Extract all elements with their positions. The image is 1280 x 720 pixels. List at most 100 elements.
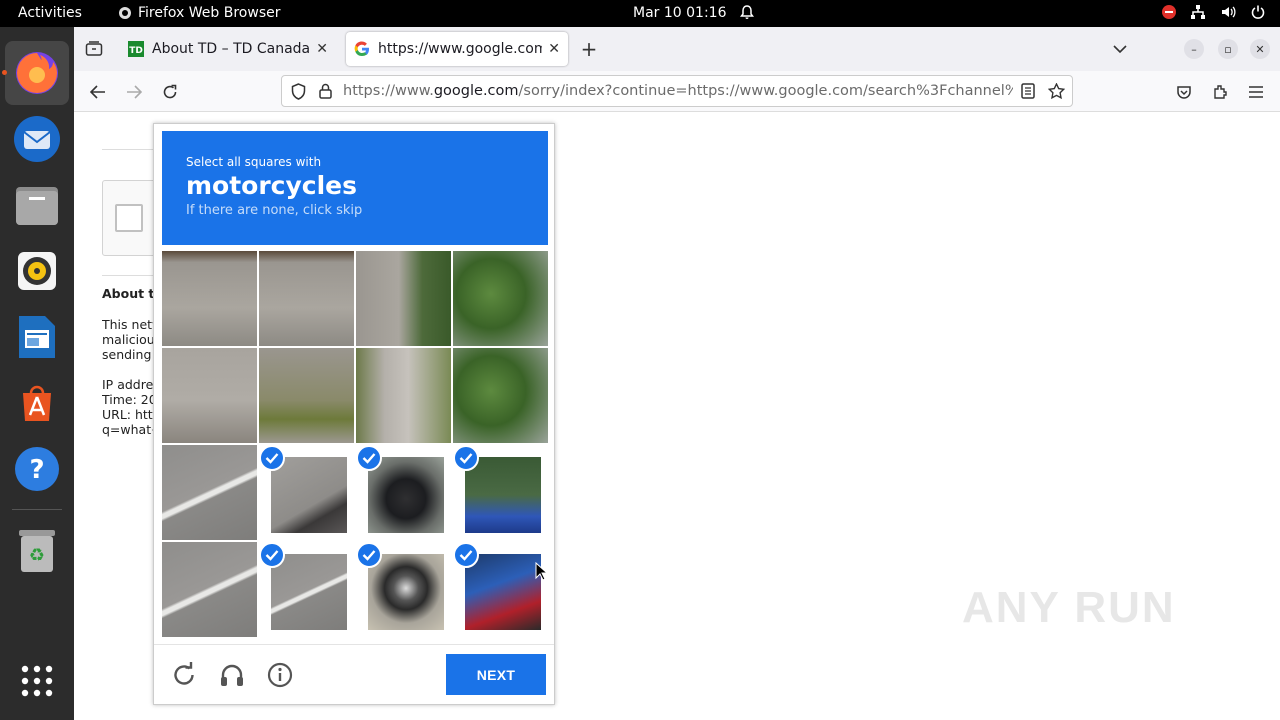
reload-icon[interactable] (159, 81, 181, 103)
dock-show-apps[interactable] (5, 649, 69, 713)
do-not-disturb-icon[interactable] (1162, 5, 1176, 19)
about-heading: About th (102, 286, 154, 301)
captcha-tile[interactable] (259, 251, 354, 346)
close-window-icon[interactable]: ✕ (1250, 39, 1270, 59)
td-favicon-icon: TD (128, 41, 144, 57)
notification-bell-icon[interactable] (739, 4, 755, 24)
tab-google-sorry[interactable]: https://www.google.com/sorry/index?conti… (346, 32, 568, 66)
captcha-tile[interactable] (259, 445, 354, 540)
firefox-view-icon[interactable] (83, 38, 105, 60)
tile-image (465, 554, 541, 630)
captcha-tile[interactable] (453, 542, 548, 637)
footer-divider (154, 644, 554, 645)
next-button[interactable]: NEXT (446, 654, 546, 695)
dock-thunderbird[interactable] (5, 107, 69, 171)
tab-close-icon[interactable]: ✕ (548, 41, 560, 57)
activities-button[interactable]: Activities (18, 5, 82, 21)
tracking-protection-shield-icon[interactable] (287, 80, 309, 102)
dock-separator (12, 509, 62, 510)
firefox-small-icon (119, 7, 131, 19)
volume-icon[interactable] (1220, 4, 1236, 20)
captcha-tile[interactable] (162, 542, 257, 637)
info-line: URL: http (102, 407, 154, 422)
network-icon[interactable] (1190, 4, 1206, 20)
dock-firefox[interactable] (2, 41, 69, 105)
dock-files[interactable] (5, 173, 69, 237)
dock-rhythmbox[interactable] (5, 239, 69, 303)
info-line: q=what+ (102, 422, 154, 437)
paragraph-line: malicious (102, 332, 154, 347)
restore-icon[interactable]: ▫ (1218, 39, 1238, 59)
target-object: motorcycles (186, 171, 358, 200)
captcha-tile[interactable] (162, 445, 257, 540)
tile-image (368, 457, 444, 533)
tab-close-icon[interactable]: ✕ (316, 41, 328, 57)
checkmark-icon (356, 445, 382, 471)
bookmark-star-icon[interactable] (1045, 80, 1067, 102)
url-path: /sorry/index?continue=https://www.google… (518, 83, 1013, 99)
dock-trash[interactable]: ♻ (5, 519, 69, 583)
padlock-icon[interactable] (314, 80, 336, 102)
checkmark-icon (356, 542, 382, 568)
captcha-tile[interactable] (162, 251, 257, 346)
menu-hamburger-icon[interactable] (1245, 81, 1267, 103)
clock[interactable]: Mar 10 01:16 (633, 5, 726, 21)
recaptcha-checkbox[interactable] (115, 204, 143, 232)
back-icon[interactable] (87, 81, 109, 103)
google-favicon-icon (354, 41, 369, 57)
extensions-icon[interactable] (1209, 81, 1231, 103)
tile-image (271, 554, 347, 630)
tile-image (162, 251, 257, 346)
pocket-icon[interactable] (1173, 81, 1195, 103)
captcha-tile[interactable] (356, 348, 451, 443)
minimize-icon[interactable]: – (1184, 39, 1204, 59)
captcha-tile[interactable] (356, 445, 451, 540)
captcha-tile[interactable] (356, 251, 451, 346)
tile-image (259, 348, 354, 443)
files-icon (16, 187, 58, 225)
svg-text:?: ? (29, 455, 44, 485)
svg-text:♻: ♻ (29, 545, 45, 566)
captcha-tile[interactable] (453, 445, 548, 540)
forward-icon[interactable] (123, 81, 145, 103)
app-name-label: Firefox Web Browser (138, 5, 281, 21)
captcha-tile[interactable] (356, 542, 451, 637)
dock-writer[interactable] (5, 305, 69, 369)
help-info-icon[interactable] (266, 661, 294, 689)
list-tabs-icon[interactable] (1109, 38, 1131, 60)
help-icon: ? (15, 447, 59, 491)
dock-app-center[interactable] (5, 371, 69, 435)
checkmark-icon (453, 542, 479, 568)
app-menu[interactable]: Firefox Web Browser (118, 5, 281, 21)
system-tray[interactable] (1162, 4, 1266, 20)
audio-challenge-icon[interactable] (218, 661, 246, 689)
dock: ? ♻ (0, 27, 74, 720)
captcha-tile[interactable] (453, 348, 548, 443)
url-bar[interactable]: https://www.google.com/sorry/index?conti… (281, 75, 1073, 107)
dock-help[interactable]: ? (5, 437, 69, 501)
reader-view-icon[interactable] (1017, 80, 1039, 102)
svg-text:TD: TD (129, 46, 143, 56)
power-icon[interactable] (1250, 4, 1266, 20)
captcha-tile[interactable] (453, 251, 548, 346)
checkmark-icon (259, 542, 285, 568)
instruction-text: Select all squares with (186, 155, 322, 169)
reload-challenge-icon[interactable] (170, 661, 198, 689)
tile-image (162, 542, 257, 637)
thunderbird-icon (14, 116, 60, 162)
tile-image (453, 251, 548, 346)
captcha-tile[interactable] (162, 348, 257, 443)
app-center-icon (23, 385, 51, 421)
captcha-tile[interactable] (259, 542, 354, 637)
captcha-tile[interactable] (259, 348, 354, 443)
tab-td-canada[interactable]: TD About TD – TD Canada Trust ✕ (120, 32, 336, 66)
mouse-cursor-icon (535, 562, 549, 581)
recaptcha-challenge: Select all squares with motorcycles If t… (153, 123, 555, 705)
tile-image (271, 457, 347, 533)
url-text[interactable]: https://www.google.com/sorry/index?conti… (343, 83, 1013, 99)
url-domain: google.com (433, 83, 519, 99)
tile-image (453, 348, 548, 443)
url-prefix: https://www. (343, 83, 434, 99)
new-tab-icon[interactable]: + (578, 37, 600, 61)
skip-hint: If there are none, click skip (186, 203, 363, 218)
